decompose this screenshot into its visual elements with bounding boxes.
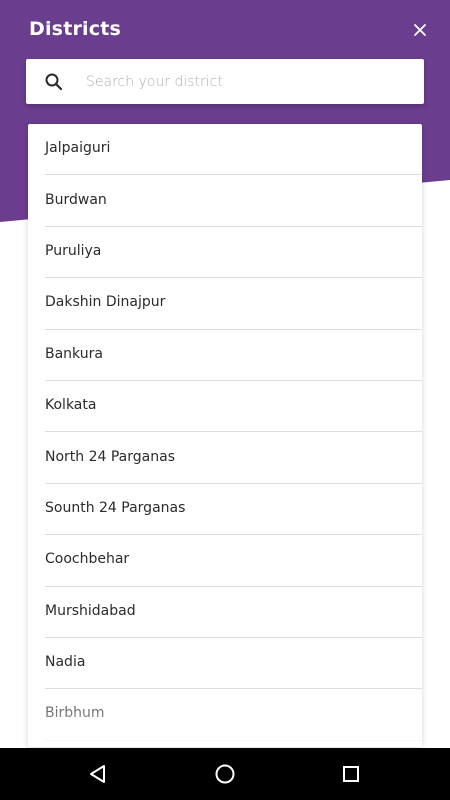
list-item-label: Coochbehar xyxy=(45,551,130,568)
list-item[interactable]: Sounth 24 Parganas xyxy=(45,484,422,536)
list-item[interactable]: Burdwan xyxy=(45,175,422,227)
list-item[interactable]: North 24 Parganas xyxy=(45,432,422,484)
list-item[interactable]: Coochbehar xyxy=(45,535,422,587)
list-item[interactable]: Jalpaiguri xyxy=(45,124,422,176)
list-item-label: Kolkata xyxy=(45,397,97,414)
home-circle-icon xyxy=(215,764,235,784)
list-item[interactable]: Kolkata xyxy=(45,381,422,433)
android-navigation-bar xyxy=(0,748,450,800)
close-icon xyxy=(414,24,426,36)
nav-recents-button[interactable] xyxy=(333,756,369,792)
list-item-label: Jalpaiguri xyxy=(45,140,111,157)
list-item-label: Puruliya xyxy=(45,242,102,259)
list-item-label: Bankura xyxy=(45,345,103,362)
list-item[interactable]: Murshidabad xyxy=(45,587,422,638)
district-list: Jalpaiguri Burdwan Puruliya Dakshin Dina… xyxy=(28,124,422,741)
recents-square-icon xyxy=(343,766,359,782)
search-bar[interactable] xyxy=(26,59,424,104)
list-item[interactable]: Birbhum xyxy=(45,689,422,741)
page-title: Districts xyxy=(29,18,122,40)
list-item-label: Birbhum xyxy=(45,705,105,722)
list-item-label: North 24 Parganas xyxy=(45,448,175,465)
list-item[interactable]: Puruliya xyxy=(45,227,422,279)
list-item[interactable]: Nadia xyxy=(45,638,422,690)
list-item-label: Murshidabad xyxy=(45,602,136,619)
list-item-label: Dakshin Dinajpur xyxy=(45,294,166,311)
search-input[interactable] xyxy=(86,59,406,104)
list-item-label: Sounth 24 Parganas xyxy=(45,499,186,516)
nav-home-button[interactable] xyxy=(207,756,243,792)
list-item[interactable]: Bankura xyxy=(45,330,422,381)
back-triangle-icon xyxy=(90,765,105,783)
close-button[interactable] xyxy=(406,16,434,44)
district-list-card: Jalpaiguri Burdwan Puruliya Dakshin Dina… xyxy=(28,124,422,747)
search-icon xyxy=(45,73,63,91)
nav-back-button[interactable] xyxy=(80,756,116,792)
list-item[interactable]: Dakshin Dinajpur xyxy=(45,278,422,330)
list-item-label: Nadia xyxy=(45,654,86,671)
list-item-label: Burdwan xyxy=(45,191,107,208)
